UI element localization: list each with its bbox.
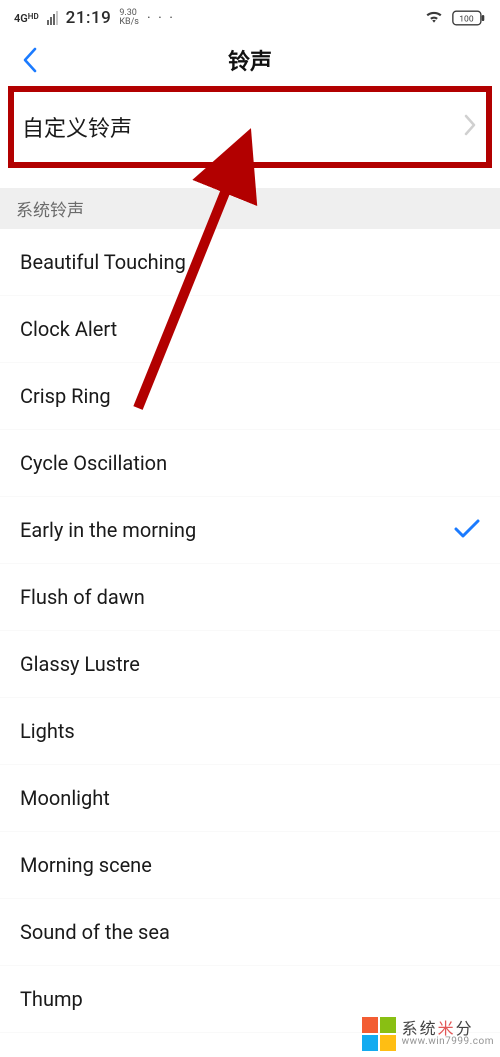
ringtone-row[interactable]: Early in the morning bbox=[0, 497, 500, 564]
ringtone-name: Early in the morning bbox=[20, 518, 196, 542]
custom-ringtone-row[interactable]: 自定义铃声 bbox=[14, 92, 486, 162]
ringtone-row[interactable]: Lights bbox=[0, 698, 500, 765]
battery-icon: 100 bbox=[452, 10, 486, 26]
checkmark-icon bbox=[454, 518, 480, 542]
network-indicator: 4GHD bbox=[14, 13, 39, 24]
ringtone-name: Clock Alert bbox=[20, 317, 117, 341]
custom-ringtone-label: 自定义铃声 bbox=[22, 111, 132, 143]
watermark: 系统米分 www.win7999.com bbox=[362, 1017, 494, 1051]
status-left: 4GHD 21:19 9.30 KB/s · · · bbox=[14, 8, 175, 28]
ringtone-row[interactable]: Beautiful Touching bbox=[0, 229, 500, 296]
network-hd: HD bbox=[28, 12, 39, 21]
watermark-logo-icon bbox=[362, 1017, 396, 1051]
ringtone-row[interactable]: Cycle Oscillation bbox=[0, 430, 500, 497]
ringtone-name: Glassy Lustre bbox=[20, 652, 140, 676]
chevron-right-icon bbox=[464, 114, 476, 140]
ringtone-row[interactable]: Morning scene bbox=[0, 832, 500, 899]
back-button[interactable] bbox=[8, 36, 52, 84]
network-label: 4G bbox=[14, 12, 28, 25]
ringtone-row[interactable]: Moonlight bbox=[0, 765, 500, 832]
status-bar: 4GHD 21:19 9.30 KB/s · · · 100 bbox=[0, 0, 500, 36]
net-speed: 9.30 KB/s bbox=[119, 9, 139, 26]
net-speed-unit: KB/s bbox=[119, 18, 139, 27]
watermark-text: 系统米分 www.win7999.com bbox=[402, 1021, 494, 1047]
ringtone-name: Flush of dawn bbox=[20, 585, 145, 609]
wifi-icon bbox=[424, 8, 444, 28]
ringtone-row[interactable]: Clock Alert bbox=[0, 296, 500, 363]
watermark-brand: 系统米分 bbox=[402, 1021, 494, 1037]
chevron-left-icon bbox=[21, 46, 39, 74]
clock: 21:19 bbox=[66, 8, 112, 28]
ringtone-name: Moonlight bbox=[20, 786, 110, 810]
signal-icon bbox=[47, 11, 58, 25]
ringtone-row[interactable]: Crisp Ring bbox=[0, 363, 500, 430]
ringtone-name: Cycle Oscillation bbox=[20, 451, 167, 475]
section-header-system: 系统铃声 bbox=[0, 188, 500, 229]
ringtone-row[interactable]: Glassy Lustre bbox=[0, 631, 500, 698]
header: 铃声 bbox=[0, 36, 500, 84]
ringtone-row[interactable]: Sound of the sea bbox=[0, 899, 500, 966]
more-icon: · · · bbox=[147, 10, 175, 26]
custom-ringtone-highlight: 自定义铃声 bbox=[8, 86, 492, 168]
ringtone-name: Morning scene bbox=[20, 853, 152, 877]
ringtone-list[interactable]: Beautiful Touching Clock Alert Crisp Ring C… bbox=[0, 229, 500, 1033]
page-title: 铃声 bbox=[228, 44, 272, 76]
status-right: 100 bbox=[424, 8, 486, 28]
ringtone-name: Sound of the sea bbox=[20, 920, 170, 944]
ringtone-name: Lights bbox=[20, 719, 75, 743]
ringtone-row[interactable]: Flush of dawn bbox=[0, 564, 500, 631]
ringtone-name: Crisp Ring bbox=[20, 384, 111, 408]
battery-level: 100 bbox=[459, 14, 474, 24]
ringtone-name: Thump bbox=[20, 987, 83, 1011]
watermark-url: www.win7999.com bbox=[402, 1037, 494, 1047]
ringtone-name: Beautiful Touching bbox=[20, 250, 186, 274]
